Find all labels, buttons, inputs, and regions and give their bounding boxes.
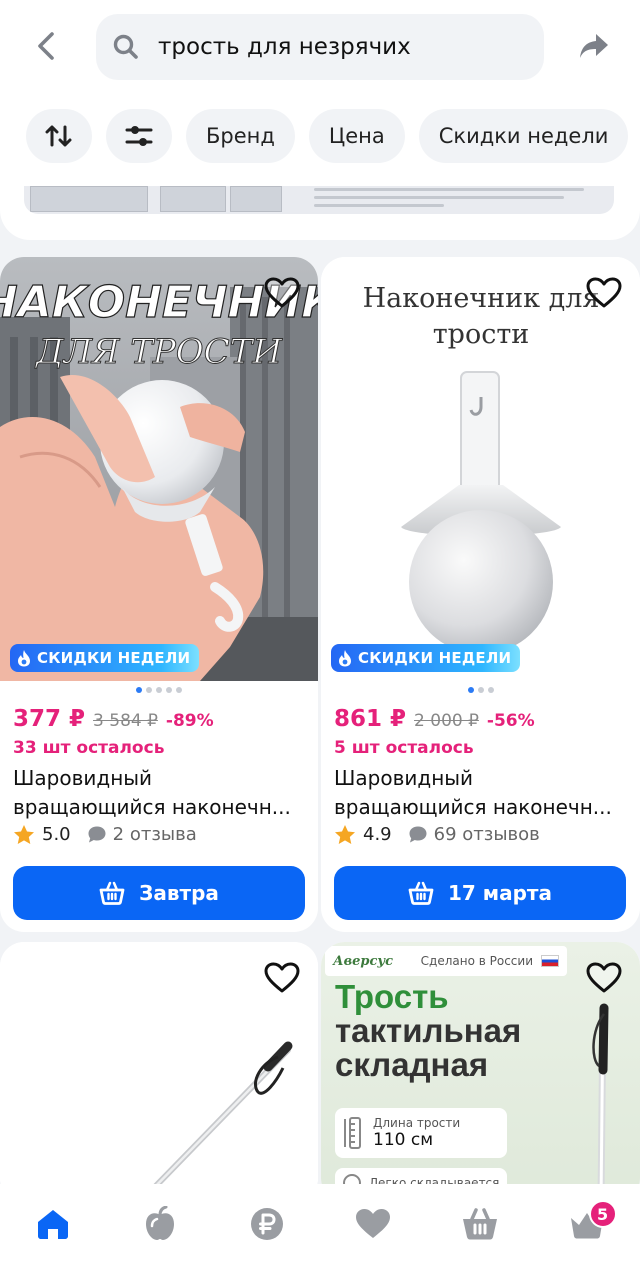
- heart-outline-icon: [264, 962, 300, 993]
- stock-left: 33 шт осталось: [13, 738, 165, 758]
- filter-chip-price[interactable]: Цена: [308, 109, 405, 163]
- image-pagination: [321, 687, 640, 693]
- share-icon: [580, 34, 608, 58]
- old-price: 3 584 ₽: [93, 711, 158, 731]
- add-to-cart-button[interactable]: Завтра: [13, 866, 305, 920]
- star-icon: [335, 825, 355, 844]
- product-card[interactable]: НАКОНЕЧНИК ДЛЯ ТРОСТИ СКИДКИ НЕДЕЛИ 377 …: [0, 257, 318, 932]
- rating-value: 5.0: [42, 824, 71, 845]
- chevron-left-icon: [38, 32, 54, 60]
- product-photo-folding-cane: [592, 1003, 609, 1202]
- nav-fresh[interactable]: [130, 1194, 190, 1254]
- brand-logo: Аверсус: [333, 953, 394, 969]
- reviews-count: 2 отзыва: [112, 824, 197, 845]
- search-header: Бренд Цена Скидки недели: [0, 0, 640, 240]
- stock-left: 5 шт осталось: [334, 738, 474, 758]
- heart-outline-icon: [586, 277, 622, 308]
- product-photo-ball-tip: Наконечник для трости: [321, 257, 640, 681]
- ruler-icon: [344, 1117, 361, 1149]
- price-row: 377 ₽ 3 584 ₽ -89%: [13, 706, 214, 732]
- heart-outline-icon: [264, 277, 300, 308]
- back-button[interactable]: [24, 24, 68, 68]
- product-card[interactable]: [0, 942, 318, 1202]
- discount-percent: -56%: [486, 711, 535, 731]
- price-row: 861 ₽ 2 000 ₽ -56%: [334, 706, 535, 732]
- product-image[interactable]: НАКОНЕЧНИК ДЛЯ ТРОСТИ: [0, 257, 318, 681]
- weekly-sale-badge: СКИДКИ НЕДЕЛИ: [331, 644, 521, 672]
- discount-percent: -89%: [165, 711, 214, 731]
- badge-label: СКИДКИ НЕДЕЛИ: [37, 649, 191, 667]
- basket-icon: [462, 1208, 497, 1240]
- apple-icon: [145, 1206, 174, 1240]
- promo-heading: Трость тактильная складная: [335, 978, 522, 1083]
- ruble-icon: [250, 1208, 283, 1240]
- product-card[interactable]: Аверсус Сделано в России Трость тактильн…: [321, 942, 640, 1202]
- rating-value: 4.9: [363, 824, 392, 845]
- rating-row: 4.9 69 отзывов: [334, 824, 540, 845]
- basket-icon: [99, 881, 125, 905]
- delivery-date: 17 марта: [447, 881, 553, 905]
- nav-favorites[interactable]: [343, 1194, 403, 1254]
- fire-icon: [18, 650, 30, 667]
- product-image[interactable]: Наконечник для трости: [321, 257, 640, 681]
- heart-outline-icon: [586, 962, 622, 993]
- spec-length-label: Длина трости: [373, 1116, 461, 1130]
- rating-row: 5.0 2 отзыва: [13, 824, 197, 845]
- product-photo-hand-with-ball-tip: НАКОНЕЧНИК ДЛЯ ТРОСТИ: [0, 257, 318, 681]
- spec-length-value: 110 см: [373, 1130, 434, 1150]
- heart-icon: [356, 1209, 391, 1238]
- nav-finance[interactable]: [237, 1194, 297, 1254]
- filter-chip-weekly-sales[interactable]: Скидки недели: [418, 109, 629, 163]
- nav-profile[interactable]: 5: [557, 1194, 617, 1254]
- comment-icon: [88, 826, 106, 843]
- add-to-favorites-button[interactable]: [260, 271, 304, 315]
- filters-button[interactable]: [106, 109, 172, 163]
- notification-badge: 5: [588, 1200, 617, 1228]
- basket-icon: [408, 881, 434, 905]
- nav-home[interactable]: [23, 1194, 83, 1254]
- current-price: 861 ₽: [334, 706, 407, 732]
- product-card[interactable]: Наконечник для трости СКИДКИ НЕДЕЛИ 861 …: [321, 257, 640, 932]
- reviews-count: 69 отзывов: [433, 824, 540, 845]
- add-to-favorites-button[interactable]: [582, 956, 626, 1000]
- old-price: 2 000 ₽: [414, 711, 479, 731]
- made-in-label: Сделано в России: [420, 954, 533, 968]
- add-to-favorites-button[interactable]: [582, 271, 626, 315]
- weekly-sale-badge: СКИДКИ НЕДЕЛИ: [10, 644, 200, 672]
- brand-bar: Аверсус Сделано в России: [325, 946, 567, 976]
- badge-label: СКИДКИ НЕДЕЛИ: [358, 649, 512, 667]
- nav-cart[interactable]: [450, 1194, 510, 1254]
- comment-icon: [409, 826, 427, 843]
- search-field[interactable]: [96, 14, 544, 80]
- search-icon: [113, 34, 138, 59]
- product-title[interactable]: Шаровидный вращающийся наконечн...: [13, 764, 303, 822]
- filter-bar: Бренд Цена Скидки недели: [26, 109, 629, 163]
- delivery-date: Завтра: [139, 881, 219, 905]
- current-price: 377 ₽: [13, 706, 86, 732]
- fire-icon: [339, 650, 351, 667]
- sort-button[interactable]: [26, 109, 92, 163]
- russia-flag-icon: [541, 955, 559, 967]
- search-input[interactable]: [158, 34, 518, 60]
- filter-sliders-icon: [125, 126, 153, 146]
- image-pagination: [0, 687, 318, 693]
- spec-length: Длина трости 110 см: [335, 1108, 507, 1158]
- sort-icon: [45, 125, 72, 147]
- image-title-line-2: ДЛЯ ТРОСТИ: [34, 332, 283, 372]
- bottom-navigation: 5: [0, 1184, 640, 1264]
- filter-chip-brand[interactable]: Бренд: [186, 109, 295, 163]
- image-title-line-2: трости: [433, 319, 530, 350]
- share-button[interactable]: [572, 24, 616, 68]
- product-title[interactable]: Шаровидный вращающийся наконечн...: [334, 764, 624, 822]
- image-title-line-1: Наконечник для: [363, 283, 600, 314]
- add-to-cart-button[interactable]: 17 марта: [334, 866, 626, 920]
- star-icon: [14, 825, 34, 844]
- ad-banner-remnant[interactable]: [24, 186, 614, 214]
- add-to-favorites-button[interactable]: [260, 956, 304, 1000]
- home-icon: [38, 1210, 69, 1239]
